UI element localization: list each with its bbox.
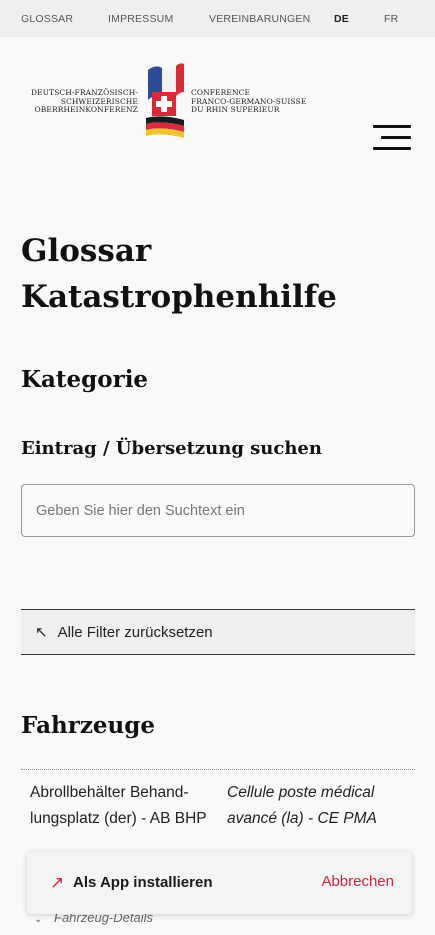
search-heading: Eintrag / Übersetzung suchen [21,438,322,459]
entry-french-term: Cellule poste médical avancé (la) - CE P… [227,784,377,827]
nav-link-vereinbarungen[interactable]: VEREINBARUNGEN [209,13,310,25]
entry-divider [21,769,415,770]
nav-link-impressum[interactable]: IMPRESSUM [108,13,173,25]
category-heading: Kategorie [21,366,149,393]
tri-nation-flag-logo-icon[interactable] [142,58,186,146]
reset-filters-button[interactable]: ↖ Alle Filter zurücksetzen [21,609,415,655]
site-header: DEUTSCH-FRANZÖSISCH- SCHWEIZERISCHE OBER… [0,37,435,157]
logo-text-german: DEUTSCH-FRANZÖSISCH- SCHWEIZERISCHE OBER… [30,88,138,115]
language-de[interactable]: DE [334,13,349,25]
hamburger-menu-icon[interactable] [373,125,411,151]
page-title: Glossar Katastrophenhilfe [21,233,337,315]
section-heading: Fahrzeuge [21,712,155,739]
install-app-button[interactable]: Als App installieren [73,874,212,891]
chevron-down-icon: ⌄ [34,914,43,925]
arrow-up-left-icon: ↖ [35,624,48,641]
nav-link-glossar[interactable]: GLOSSAR [21,13,73,25]
logo-text-french: CONFERENCE FRANCO-GERMANO-SUISSE DU RHIN… [191,88,307,115]
language-fr[interactable]: FR [384,13,398,25]
top-navigation: GLOSSAR IMPRESSUM VEREINBARUNGEN DE FR [0,0,435,37]
arrow-up-right-icon: ↗ [50,873,65,892]
entry-german-term: Abrollbehälter Behand-lungsplatz (der) -… [30,784,207,827]
reset-filters-label: Alle Filter zurücksetzen [57,623,213,641]
install-app-banner: ↗ Als App installieren Abbrechen [27,852,412,914]
cancel-button[interactable]: Abbrechen [321,873,394,890]
search-input[interactable] [21,484,415,537]
